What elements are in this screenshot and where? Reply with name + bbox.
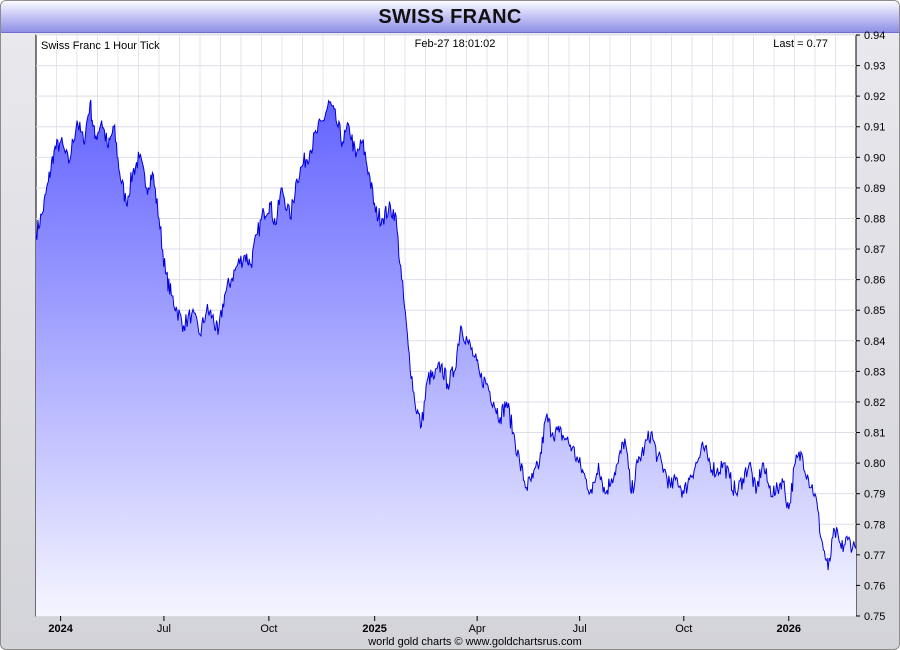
y-tick-label: 0.76	[864, 580, 885, 592]
chart-frame: SWISS FRANC 0.94 0.93 0.92 0.91 0.90 0.89 0.88…	[0, 0, 900, 650]
y-tick-label: 0.87	[864, 244, 885, 256]
y-tick-label: 0.84	[864, 336, 885, 348]
y-tick-label: 0.83	[864, 366, 885, 378]
x-tick-label: Jul	[157, 623, 171, 635]
y-tick-label: 0.77	[864, 550, 885, 562]
y-tick-label: 0.75	[864, 611, 885, 623]
y-tick-label: 0.78	[864, 519, 885, 531]
y-tick-label: 0.88	[864, 213, 885, 225]
x-tick-label: Oct	[675, 623, 692, 635]
y-tick-label: 0.82	[864, 397, 885, 409]
chart-subtitle: Swiss Franc 1 Hour Tick	[41, 40, 160, 52]
price-chart: 0.94 0.93 0.92 0.91 0.90 0.89 0.88 0.87 0.86 0.85…	[35, 30, 885, 648]
y-tick-label: 0.92	[864, 91, 885, 103]
last-price-label: Last = 0.77	[773, 38, 828, 50]
x-tick-label: Apr	[469, 623, 486, 635]
y-tick-label: 0.86	[864, 275, 885, 287]
y-tick-label: 0.90	[864, 152, 885, 164]
y-tick-label: 0.81	[864, 428, 885, 440]
x-tick-label: Jul	[573, 623, 587, 635]
y-tick-label: 0.79	[864, 489, 885, 501]
y-tick-label: 0.89	[864, 183, 885, 195]
y-tick-label: 0.80	[864, 458, 885, 470]
x-tick-label: 2025	[362, 623, 386, 635]
y-tick-label: 0.91	[864, 122, 885, 134]
y-tick-label: 0.85	[864, 305, 885, 317]
y-tick-label: 0.94	[864, 30, 885, 42]
x-tick-label: 2024	[48, 623, 73, 635]
x-axis-ticks: 2024 Jul Oct 2025 Apr Jul Oct 2026	[48, 616, 801, 635]
x-tick-label: 2026	[777, 623, 801, 635]
y-tick-label: 0.93	[864, 61, 885, 73]
timestamp-label: Feb-27 18:01:02	[415, 38, 496, 50]
x-tick-label: Oct	[260, 623, 277, 635]
y-axis-ticks: 0.94 0.93 0.92 0.91 0.90 0.89 0.88 0.87 0.86 0.85…	[856, 30, 885, 623]
footer-credit: world gold charts © www.goldchartsrus.co…	[367, 636, 582, 648]
